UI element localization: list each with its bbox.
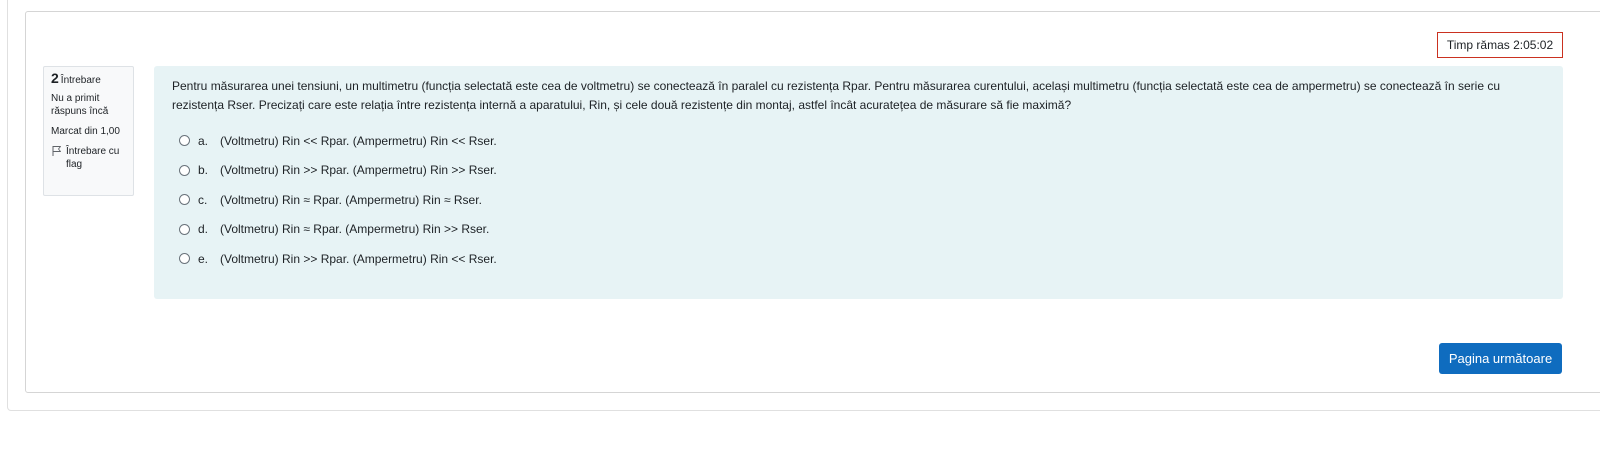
radio-button[interactable]: [179, 223, 190, 235]
question-number-label: Întrebare: [60, 75, 101, 86]
question-info-panel: 2 Întrebare Nu a primit răspuns încă Marc…: [43, 66, 134, 196]
flag-label: Întrebare cu flag: [66, 146, 120, 170]
answer-list: a. (Voltmetru) Rin << Rpar. (Ampermetru)…: [172, 126, 1545, 274]
next-page-button[interactable]: Pagina următoare: [1439, 343, 1562, 374]
radio-button[interactable]: [179, 135, 190, 147]
answer-option-c[interactable]: c. (Voltmetru) Rin ≈ Rpar. (Ampermetru) …: [172, 185, 1545, 215]
radio-button[interactable]: [179, 253, 190, 265]
answer-text: (Voltmetru) Rin ≈ Rpar. (Ampermetru) Rin…: [220, 222, 490, 237]
answer-option-a[interactable]: a. (Voltmetru) Rin << Rpar. (Ampermetru)…: [172, 126, 1545, 156]
answer-letter: e.: [198, 251, 209, 266]
flag-icon: [52, 146, 61, 156]
question-number: 2: [51, 70, 59, 86]
answer-option-b[interactable]: b. (Voltmetru) Rin >> Rpar. (Ampermetru)…: [172, 156, 1545, 186]
question-grade: Marcat din 1,00: [51, 126, 120, 137]
radio-button[interactable]: [179, 194, 190, 206]
answer-text: (Voltmetru) Rin ≈ Rpar. (Ampermetru) Rin…: [220, 192, 482, 207]
answer-option-e[interactable]: e. (Voltmetru) Rin >> Rpar. (Ampermetru)…: [172, 244, 1545, 274]
answer-text: (Voltmetru) Rin << Rpar. (Ampermetru) Ri…: [220, 133, 497, 148]
time-remaining: Timp rămas 2:05:02: [1437, 32, 1563, 58]
answer-option-d[interactable]: d. (Voltmetru) Rin ≈ Rpar. (Ampermetru) …: [172, 215, 1545, 245]
flag-question-toggle[interactable]: Întrebare cu flag: [51, 145, 126, 171]
answer-letter: b.: [198, 163, 209, 178]
question-state: Nu a primit răspuns încă: [51, 93, 109, 117]
answer-letter: c.: [198, 192, 208, 207]
question-number-line: 2 Întrebare: [51, 70, 126, 87]
answer-text: (Voltmetru) Rin >> Rpar. (Ampermetru) Ri…: [220, 163, 497, 178]
answer-letter: d.: [198, 222, 209, 237]
question-text: Pentru măsurarea unei tensiuni, un multi…: [172, 79, 1500, 112]
radio-button[interactable]: [179, 164, 190, 176]
question-content: Pentru măsurarea unei tensiuni, un multi…: [154, 66, 1563, 299]
answer-text: (Voltmetru) Rin >> Rpar. (Ampermetru) Ri…: [220, 251, 497, 266]
answer-letter: a.: [198, 133, 209, 148]
